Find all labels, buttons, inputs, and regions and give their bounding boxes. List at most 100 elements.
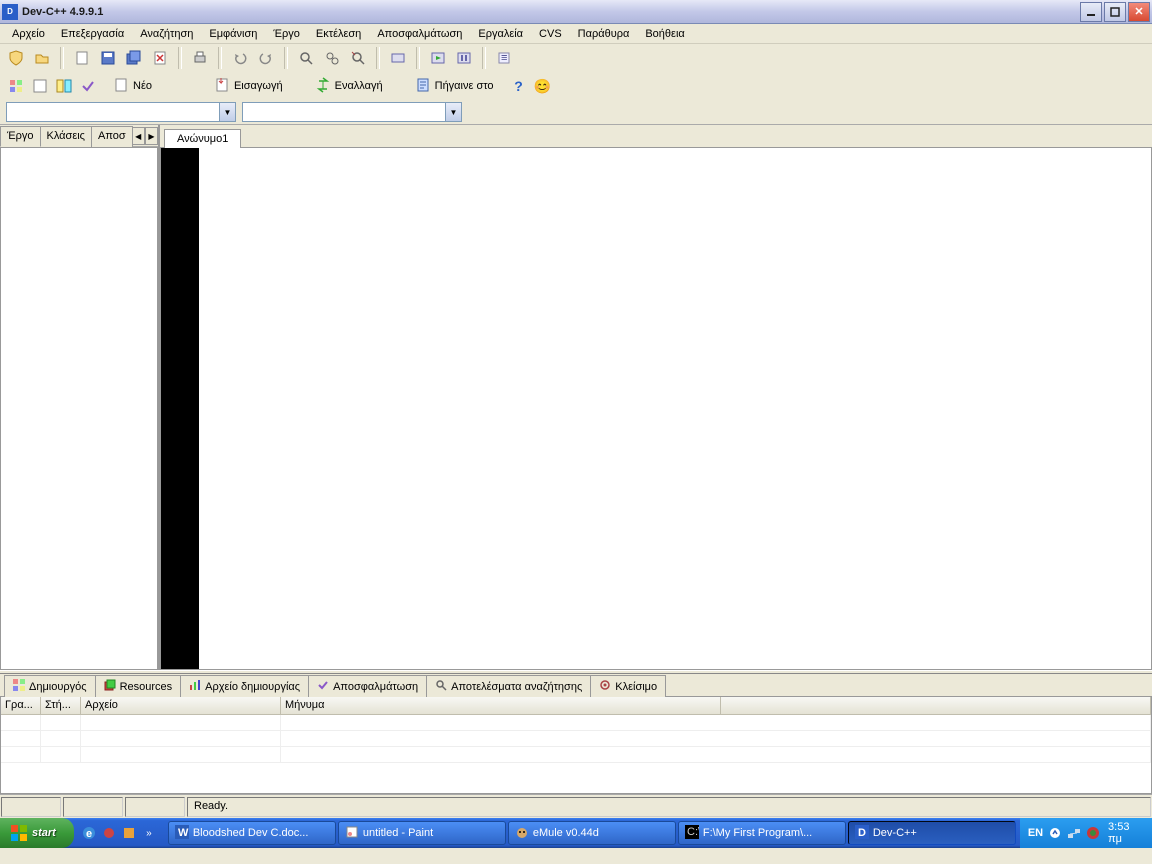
- bottom-rows[interactable]: [1, 715, 1151, 793]
- statusbar: Ready.: [0, 794, 1152, 818]
- help-icon[interactable]: ?: [509, 76, 529, 96]
- ql-icon-3[interactable]: [120, 824, 138, 842]
- tray-arrow-icon[interactable]: [1047, 825, 1062, 841]
- new-doc-icon: [113, 77, 129, 96]
- chevron-down-icon: ▼: [219, 103, 235, 121]
- start-button[interactable]: start: [0, 818, 74, 848]
- editor-tab-untitled[interactable]: Ανώνυμο1: [164, 129, 241, 148]
- language-indicator[interactable]: EN: [1028, 827, 1043, 839]
- menu-cvs[interactable]: CVS: [531, 26, 570, 42]
- find-icon[interactable]: [296, 48, 316, 68]
- emule-icon: [515, 825, 529, 842]
- maximize-button[interactable]: [1104, 2, 1126, 22]
- titlebar: D Dev-C++ 4.9.9.1 ✕: [0, 0, 1152, 24]
- open-icon[interactable]: [32, 48, 52, 68]
- about-icon[interactable]: 😊: [533, 76, 553, 96]
- side-tabs: Έργο Κλάσεις Αποσ ◀ ▶: [0, 125, 158, 147]
- toggle-button[interactable]: Εναλλαγή: [308, 74, 390, 99]
- new-file-icon[interactable]: [72, 48, 92, 68]
- redo-icon[interactable]: [256, 48, 276, 68]
- combo-left[interactable]: ▼: [6, 102, 236, 122]
- task-devcpp[interactable]: D Dev-C++: [848, 821, 1016, 845]
- menu-project[interactable]: Έργο: [265, 26, 308, 42]
- shield-icon[interactable]: [6, 48, 26, 68]
- side-content[interactable]: [0, 147, 158, 670]
- taskbar-tasks: W Bloodshed Dev C.doc... untitled - Pain…: [164, 821, 1020, 845]
- grid4-icon[interactable]: [6, 76, 26, 96]
- check-icon[interactable]: [78, 76, 98, 96]
- menu-help[interactable]: Βοήθεια: [637, 26, 692, 42]
- goto-icon: [415, 77, 431, 96]
- combo-right[interactable]: ▼: [242, 102, 462, 122]
- menu-windows[interactable]: Παράθυρα: [570, 26, 638, 42]
- side-panel: Έργο Κλάσεις Αποσ ◀ ▶: [0, 125, 160, 670]
- menu-view[interactable]: Εμφάνιση: [201, 26, 265, 42]
- menu-file[interactable]: Αρχείο: [4, 26, 53, 42]
- task-cmd[interactable]: C:\ F:\My First Program\...: [678, 821, 846, 845]
- bottom-tab-find-results[interactable]: Αποτελέσματα αναζήτησης: [426, 675, 591, 697]
- save-icon[interactable]: [98, 48, 118, 68]
- side-tab-debug[interactable]: Αποσ: [91, 126, 133, 147]
- code-area[interactable]: [199, 148, 1151, 669]
- col-file[interactable]: Αρχείο: [81, 697, 281, 714]
- compile-icon[interactable]: [388, 48, 408, 68]
- minimize-button[interactable]: [1080, 2, 1102, 22]
- toolbar-secondary: Νέο Εισαγωγή Εναλλαγή Πήγαινε στο ? 😊: [0, 72, 1152, 100]
- ql-expand-icon[interactable]: »: [140, 824, 158, 842]
- panel-icon[interactable]: [30, 76, 50, 96]
- tray-shield-icon[interactable]: [1085, 825, 1100, 841]
- goto-button[interactable]: Πήγαινε στο: [408, 74, 501, 99]
- new-button[interactable]: Νέο: [106, 74, 159, 99]
- replace-icon[interactable]: [322, 48, 342, 68]
- ql-icon-2[interactable]: [100, 824, 118, 842]
- bottom-tab-resources[interactable]: Resources: [95, 675, 182, 697]
- gear-icon: [599, 679, 611, 694]
- close-file-icon[interactable]: [150, 48, 170, 68]
- resources-icon: [104, 679, 116, 694]
- menu-tools[interactable]: Εργαλεία: [470, 26, 531, 42]
- side-tab-classes[interactable]: Κλάσεις: [40, 126, 92, 147]
- insert-button[interactable]: Εισαγωγή: [207, 74, 290, 99]
- close-button[interactable]: ✕: [1128, 2, 1150, 22]
- run-icon[interactable]: [428, 48, 448, 68]
- save-all-icon[interactable]: [124, 48, 144, 68]
- devcpp-icon: D: [855, 825, 869, 842]
- bottom-tab-compiler[interactable]: Δημιουργός: [4, 675, 96, 697]
- menu-execute[interactable]: Εκτέλεση: [308, 26, 369, 42]
- status-cell-1: [1, 797, 61, 817]
- side-tab-project[interactable]: Έργο: [0, 126, 41, 147]
- ie-icon[interactable]: e: [80, 824, 98, 842]
- task-paint[interactable]: untitled - Paint: [338, 821, 506, 845]
- compile-run-icon[interactable]: [454, 48, 474, 68]
- svg-text:≡: ≡: [501, 52, 507, 64]
- check-icon: [317, 679, 329, 694]
- bottom-tab-compile-log[interactable]: Αρχείο δημιουργίας: [180, 675, 309, 697]
- col-message[interactable]: Μήνυμα: [281, 697, 721, 714]
- paint-icon: [345, 825, 359, 842]
- col-col[interactable]: Στή...: [41, 697, 81, 714]
- window-title: Dev-C++ 4.9.9.1: [22, 6, 1080, 18]
- combo-row: ▼ ▼: [0, 100, 1152, 124]
- word-icon: W: [175, 825, 189, 842]
- editor: [160, 147, 1152, 670]
- bottom-tab-close[interactable]: Κλείσιμο: [590, 675, 666, 697]
- side-tab-scroll-right[interactable]: ▶: [145, 127, 158, 145]
- insert-label: Εισαγωγή: [234, 80, 283, 92]
- tray-network-icon[interactable]: [1066, 825, 1081, 841]
- bottom-tab-debug[interactable]: Αποσφαλμάτωση: [308, 675, 427, 697]
- col-empty[interactable]: [721, 697, 1151, 714]
- find-again-icon[interactable]: [348, 48, 368, 68]
- undo-icon[interactable]: [230, 48, 250, 68]
- col-line[interactable]: Γρα...: [1, 697, 41, 714]
- side-tab-scroll-left[interactable]: ◀: [132, 127, 145, 145]
- bottom-headers: Γρα... Στή... Αρχείο Μήνυμα: [1, 697, 1151, 715]
- panels-icon[interactable]: [54, 76, 74, 96]
- rebuild-icon[interactable]: ≡: [494, 48, 514, 68]
- task-emule[interactable]: eMule v0.44d: [508, 821, 676, 845]
- task-word[interactable]: W Bloodshed Dev C.doc...: [168, 821, 336, 845]
- menu-search[interactable]: Αναζήτηση: [132, 26, 201, 42]
- menu-debug[interactable]: Αποσφαλμάτωση: [369, 26, 470, 42]
- menu-edit[interactable]: Επεξεργασία: [53, 26, 132, 42]
- print-icon[interactable]: [190, 48, 210, 68]
- tray-clock[interactable]: 3:53 πμ: [1104, 821, 1144, 845]
